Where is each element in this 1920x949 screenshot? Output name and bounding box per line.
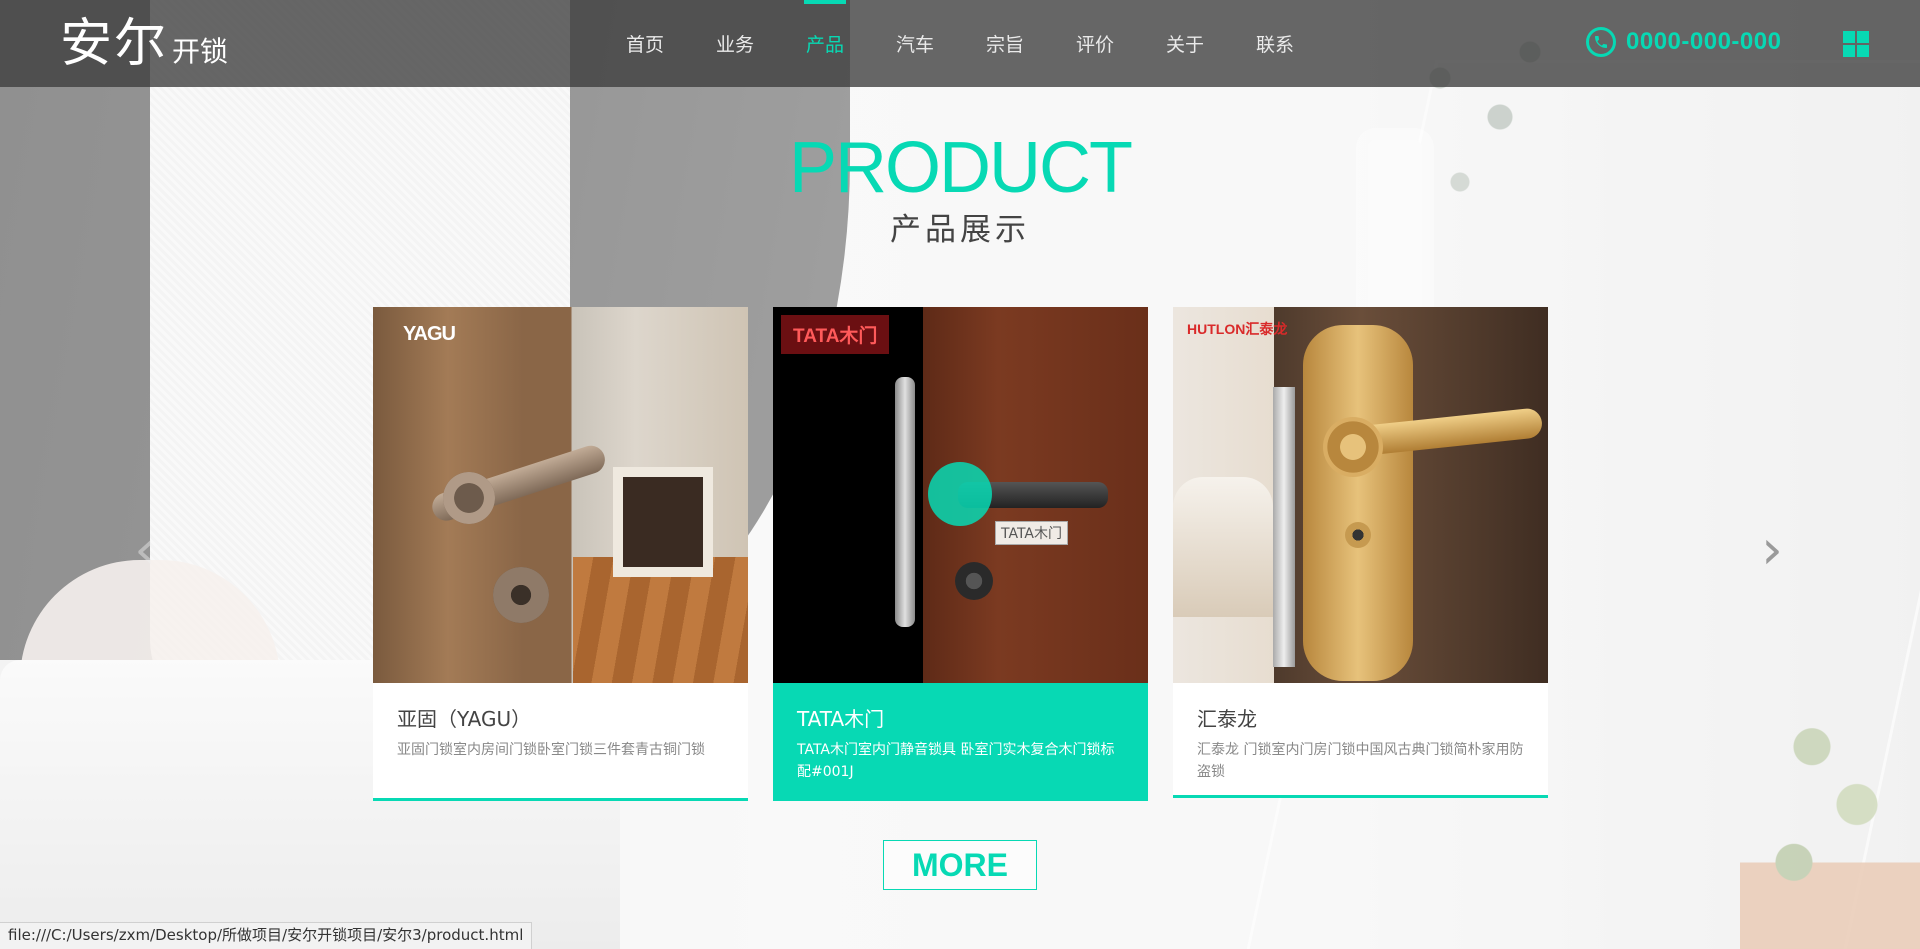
product-image-hutlon: HUTLON汇泰龙: [1173, 307, 1548, 683]
phone-contact[interactable]: 0000-000-000: [1586, 27, 1781, 57]
img-keyhole: [1345, 522, 1371, 548]
brand-logo: TATA木门: [781, 315, 890, 354]
brand-logo: HUTLON汇泰龙: [1187, 321, 1288, 337]
img-fireplace: [613, 467, 713, 577]
img-lock-plate: [895, 377, 915, 627]
product-name: TATA木门: [797, 707, 885, 731]
img-strike-plate: [1273, 387, 1295, 667]
product-card-yagu[interactable]: YAGU 亚固（YAGU） 亚固门锁室内房间门锁卧室门锁三件套青古铜门锁: [373, 307, 748, 801]
logo[interactable]: 安尔 开锁: [60, 18, 228, 70]
grid-menu-icon[interactable]: [1843, 31, 1869, 57]
more-button[interactable]: MORE: [883, 840, 1037, 890]
phone-icon: [1586, 27, 1616, 57]
product-name: 亚固（YAGU）: [397, 707, 532, 731]
img-lock-cylinder: [493, 567, 549, 623]
product-card-tata[interactable]: TATA木门 TATA木门 TATA木门 TATA木门室内门静音锁具 卧室门实木…: [773, 307, 1148, 801]
logo-sub: 开锁: [172, 35, 229, 68]
nav-item-products[interactable]: 产品: [780, 0, 870, 87]
img-lock-plate: [1303, 325, 1413, 681]
nav-item-car[interactable]: 汽车: [870, 0, 960, 87]
nav-item-reviews[interactable]: 评价: [1050, 0, 1140, 87]
nav-item-business[interactable]: 业务: [690, 0, 780, 87]
img-bed: [1173, 477, 1273, 617]
img-thumb-turn: [955, 562, 993, 600]
product-image-tata: TATA木门 TATA木门: [773, 307, 1148, 683]
product-card-hutlon[interactable]: HUTLON汇泰龙 汇泰龙 汇泰龙 门锁室内门房门锁中国风古典门锁简朴家用防盗锁: [1173, 307, 1548, 798]
nav-item-home[interactable]: 首页: [600, 0, 690, 87]
product-desc: TATA木门室内门静音锁具 卧室门实木复合木门锁标配#001J: [797, 742, 1115, 780]
img-door-rose: [443, 472, 495, 524]
product-image-yagu: YAGU: [373, 307, 748, 683]
logo-main: 安尔: [60, 14, 169, 74]
img-door-rose: [1323, 417, 1383, 477]
nav-item-mission[interactable]: 宗旨: [960, 0, 1050, 87]
product-name: 汇泰龙: [1197, 707, 1257, 731]
phone-number: 0000-000-000: [1626, 28, 1782, 55]
site-header: 安尔 开锁 首页 业务 产品 汽车 宗旨 评价 关于 联系 0000-000-00…: [0, 0, 1920, 87]
product-desc: 汇泰龙 门锁室内门房门锁中国风古典门锁简朴家用防盗锁: [1197, 742, 1524, 780]
carousel-prev-button[interactable]: ‹: [125, 520, 165, 580]
brand-logo: YAGU: [403, 323, 456, 345]
nav-item-contact[interactable]: 联系: [1230, 0, 1320, 87]
browser-status-bar: file:///C:/Users/zxm/Desktop/所做项目/安尔开锁项目…: [0, 922, 533, 949]
img-hover-knob: [928, 462, 992, 526]
section-title: PRODUCT: [789, 128, 1133, 208]
main-nav: 首页 业务 产品 汽车 宗旨 评价 关于 联系: [600, 0, 1320, 87]
image-tag: TATA木门: [995, 521, 1068, 545]
carousel-next-button[interactable]: ›: [1752, 520, 1792, 580]
section-subtitle: 产品展示: [890, 212, 1030, 248]
nav-item-about[interactable]: 关于: [1140, 0, 1230, 87]
product-desc: 亚固门锁室内房间门锁卧室门锁三件套青古铜门锁: [397, 742, 705, 758]
